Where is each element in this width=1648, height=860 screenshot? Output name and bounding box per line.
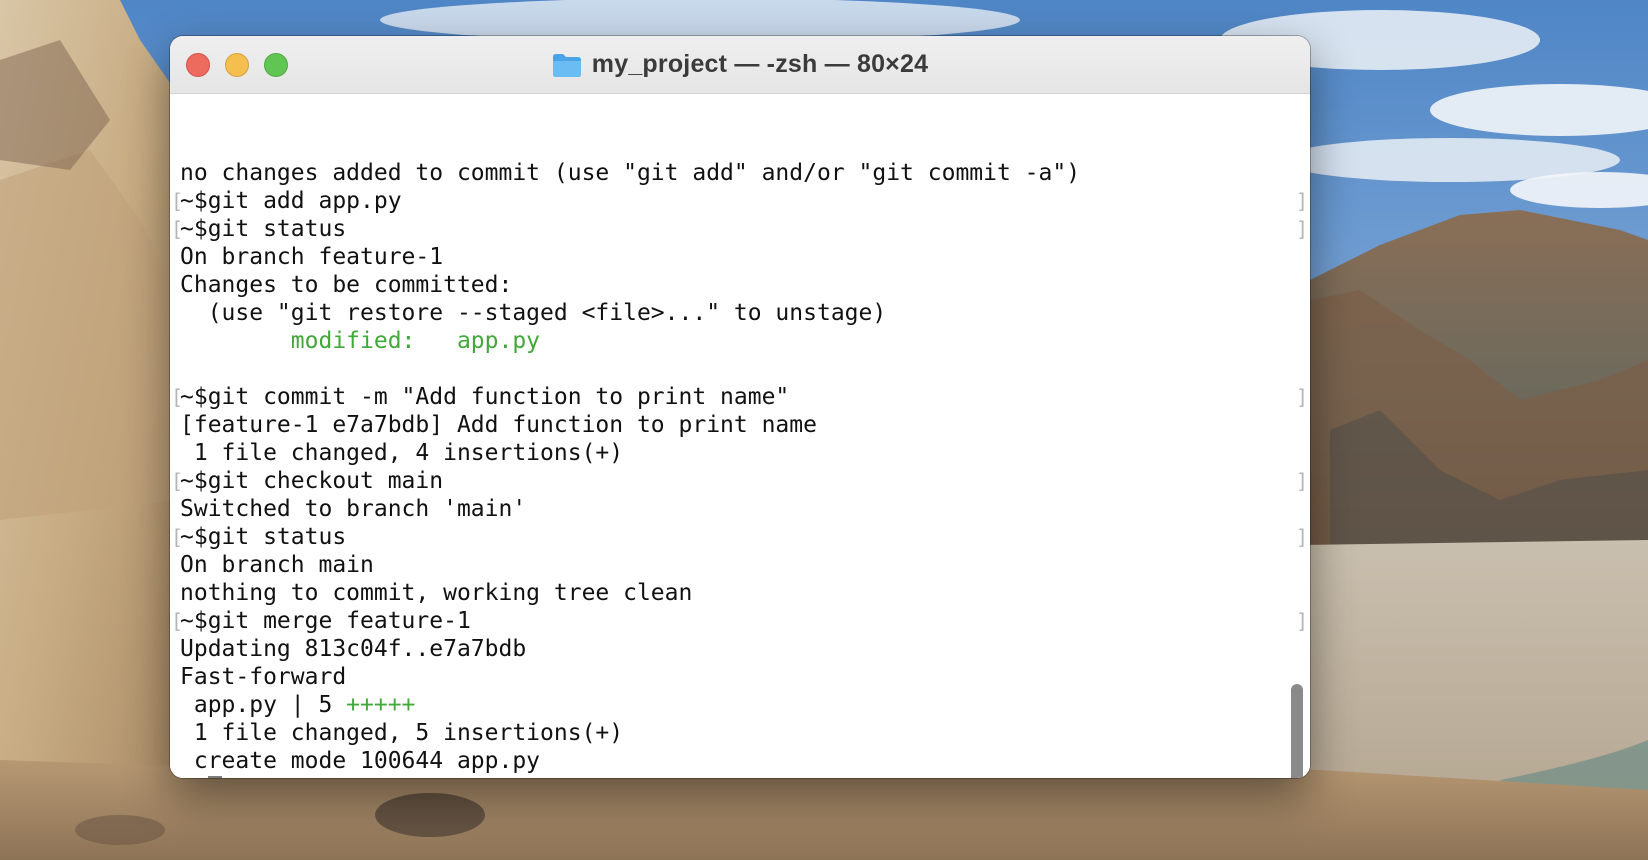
terminal-output-line: app.py | 5 +++++ bbox=[180, 691, 1080, 719]
terminal-output-line: create mode 100644 app.py bbox=[180, 747, 1080, 775]
terminal-output-line: Updating 813c04f..e7a7bdb bbox=[180, 635, 1080, 663]
terminal-window[interactable]: my_project — -zsh — 80×24 no changes add… bbox=[170, 36, 1310, 778]
line-text: nothing to commit, working tree clean bbox=[180, 580, 693, 606]
terminal-output-line: [feature-1 e7a7bdb] Add function to prin… bbox=[180, 411, 1080, 439]
staged-file-text: modified: app.py bbox=[290, 328, 541, 354]
command-mark-left: [ bbox=[171, 469, 184, 493]
line-text: Updating 813c04f..e7a7bdb bbox=[180, 636, 527, 662]
terminal-output-line: 1 file changed, 5 insertions(+) bbox=[180, 719, 1080, 747]
line-text: (use "git restore --staged <file>..." to… bbox=[180, 300, 887, 326]
terminal-prompt-line: [] ~$git merge feature-1 bbox=[171, 607, 1308, 635]
command-mark-left: [ bbox=[171, 609, 184, 633]
line-text: ~$git checkout main bbox=[180, 468, 444, 494]
line-text: Changes to be committed: bbox=[180, 272, 513, 298]
terminal-output-line: nothing to commit, working tree clean bbox=[180, 579, 1080, 607]
line-text: ~$git status bbox=[180, 216, 347, 242]
command-mark-left: [ bbox=[171, 385, 184, 409]
line-text: app.py | 5 bbox=[180, 692, 347, 718]
command-mark-left: [ bbox=[171, 189, 184, 213]
line-text: 1 file changed, 5 insertions(+) bbox=[180, 720, 624, 746]
command-mark-right: ] bbox=[1296, 525, 1309, 549]
terminal-output-line: 1 file changed, 4 insertions(+) bbox=[180, 439, 1080, 467]
line-text: no changes added to commit (use "git add… bbox=[180, 160, 1081, 186]
terminal-prompt-line: [] ~$git add app.py bbox=[171, 187, 1308, 215]
terminal-prompt-line: [] ~$git checkout main bbox=[171, 467, 1308, 495]
terminal-output-line: Fast-forward bbox=[180, 663, 1080, 691]
terminal-output-line: modified: app.py bbox=[180, 327, 1080, 355]
window-title: my_project — -zsh — 80×24 bbox=[591, 50, 929, 78]
line-text: Fast-forward bbox=[180, 664, 347, 690]
command-mark-left: [ bbox=[171, 217, 184, 241]
line-text: create mode 100644 app.py bbox=[180, 748, 541, 774]
terminal-prompt-line: [] ~$git status bbox=[171, 523, 1308, 551]
line-text: ~$ bbox=[180, 776, 208, 778]
terminal-output[interactable]: no changes added to commit (use "git add… bbox=[170, 94, 1310, 778]
terminal-prompt-line: [] ~$git commit -m "Add function to print… bbox=[171, 383, 1308, 411]
command-mark-right: ] bbox=[1296, 469, 1309, 493]
terminal-output-line: ~$ bbox=[180, 775, 1080, 778]
terminal-prompt-line: [] ~$git status bbox=[171, 215, 1308, 243]
line-text: [feature-1 e7a7bdb] Add function to prin… bbox=[180, 412, 817, 438]
text-cursor bbox=[207, 776, 222, 778]
insertions-graph: +++++ bbox=[346, 692, 416, 718]
window-title-area: my_project — -zsh — 80×24 bbox=[170, 36, 1310, 93]
terminal-output-line: Changes to be committed: bbox=[180, 271, 1080, 299]
terminal-output-line: Switched to branch 'main' bbox=[180, 495, 1080, 523]
line-text: ~$git status bbox=[180, 524, 347, 550]
terminal-lines: no changes added to commit (use "git add… bbox=[171, 159, 1308, 778]
line-text: ~$git commit -m "Add function to print n… bbox=[180, 384, 790, 410]
title-bar[interactable]: my_project — -zsh — 80×24 bbox=[170, 36, 1310, 94]
line-text: Switched to branch 'main' bbox=[180, 496, 527, 522]
command-mark-right: ] bbox=[1296, 189, 1309, 213]
line-text: ~$git add app.py bbox=[180, 188, 402, 214]
line-text: 1 file changed, 4 insertions(+) bbox=[180, 440, 624, 466]
scrollbar-thumb[interactable] bbox=[1291, 684, 1303, 778]
terminal-output-line: no changes added to commit (use "git add… bbox=[180, 159, 1080, 187]
terminal-output-line: On branch feature-1 bbox=[180, 243, 1080, 271]
command-mark-left: [ bbox=[171, 525, 184, 549]
command-mark-right: ] bbox=[1296, 385, 1309, 409]
terminal-output-line: On branch main bbox=[180, 551, 1080, 579]
folder-icon bbox=[552, 53, 581, 77]
command-mark-right: ] bbox=[1296, 609, 1309, 633]
command-mark-right: ] bbox=[1296, 217, 1309, 241]
terminal-output-line: (use "git restore --staged <file>..." to… bbox=[180, 299, 1080, 327]
line-text: On branch feature-1 bbox=[180, 244, 444, 270]
line-text: ~$git merge feature-1 bbox=[180, 608, 471, 634]
line-text: On branch main bbox=[180, 552, 374, 578]
